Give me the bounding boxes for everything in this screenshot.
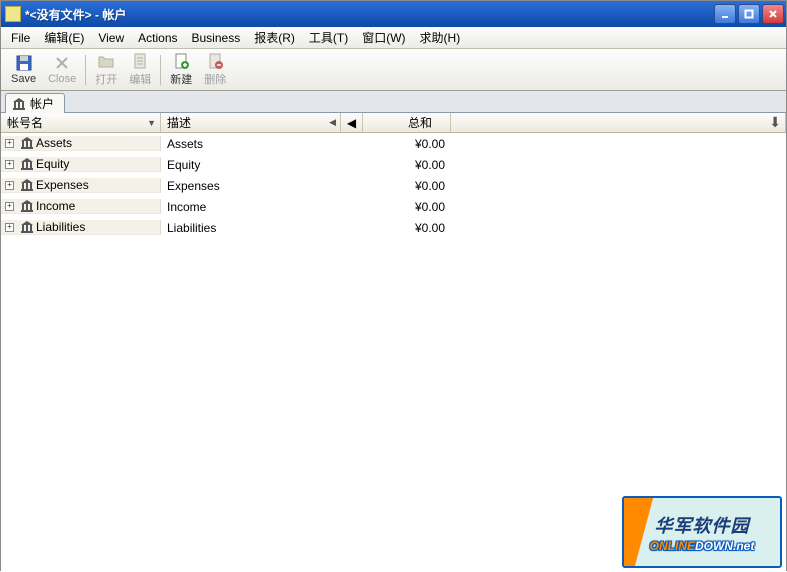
menu-bar: File 编辑(E) View Actions Business 报表(R) 工…	[1, 27, 786, 49]
account-name: Equity	[36, 157, 69, 171]
toolbar-delete-label: 删除	[204, 71, 226, 87]
tab-accounts[interactable]: 帐户	[5, 93, 65, 113]
menu-tools[interactable]: 工具(T)	[303, 27, 354, 48]
maximize-button[interactable]	[738, 4, 760, 24]
account-total: ¥0.00	[363, 158, 451, 172]
account-desc: Income	[161, 200, 341, 214]
folder-open-icon	[97, 52, 115, 70]
menu-business[interactable]: Business	[186, 29, 247, 47]
toolbar-delete-button[interactable]: 删除	[198, 50, 232, 89]
toolbar-close-label: Close	[48, 73, 76, 85]
account-total: ¥0.00	[363, 137, 451, 151]
column-header-total[interactable]: 总和	[363, 113, 451, 132]
toolbar-edit-label: 编辑	[129, 71, 151, 87]
toolbar-open-button[interactable]: 打开	[89, 50, 123, 89]
table-header: 帐号名 ▼ 描述 ◀ ◀ 总和 ⬇	[1, 113, 786, 133]
table-row[interactable]: + Expenses Expenses ¥0.00	[1, 175, 786, 196]
down-arrow-icon: ⬇	[769, 114, 781, 131]
window-controls	[714, 4, 784, 24]
minimize-button[interactable]	[714, 4, 736, 24]
menu-edit[interactable]: 编辑(E)	[38, 27, 90, 48]
toolbar-edit-button[interactable]: 编辑	[123, 50, 157, 89]
account-total: ¥0.00	[363, 200, 451, 214]
tab-strip: 帐户	[1, 91, 786, 113]
new-document-icon	[172, 52, 190, 70]
account-desc: Assets	[161, 137, 341, 151]
close-window-button[interactable]	[762, 4, 784, 24]
column-header-desc[interactable]: 描述 ◀	[161, 113, 341, 132]
content-area: 帐号名 ▼ 描述 ◀ ◀ 总和 ⬇ + Assets Assets ¥0.00 + Equ…	[1, 113, 786, 572]
tab-accounts-label: 帐户	[30, 95, 54, 112]
menu-reports[interactable]: 报表(R)	[248, 27, 301, 48]
watermark-logo: 华军软件园 ONLINEDOWN.net	[622, 496, 782, 568]
toolbar: Save Close 打开 编辑 新建 删除	[1, 49, 786, 91]
toolbar-close-button[interactable]: Close	[42, 52, 82, 87]
column-arrow-left-icon: ◀	[329, 117, 336, 128]
account-desc: Expenses	[161, 179, 341, 193]
account-total: ¥0.00	[363, 179, 451, 193]
toolbar-new-label: 新建	[170, 71, 192, 87]
menu-windows[interactable]: 窗口(W)	[356, 27, 411, 48]
edit-document-icon	[131, 52, 149, 70]
account-desc: Equity	[161, 158, 341, 172]
expand-toggle-icon[interactable]: +	[5, 223, 14, 232]
delete-document-icon	[206, 52, 224, 70]
expand-toggle-icon[interactable]: +	[5, 181, 14, 190]
toolbar-save-button[interactable]: Save	[5, 52, 42, 87]
toolbar-new-button[interactable]: 新建	[164, 50, 198, 89]
column-header-name[interactable]: 帐号名 ▼	[1, 113, 161, 132]
table-body: + Assets Assets ¥0.00 + Equity Equity ¥0.00 + Exp…	[1, 133, 786, 238]
account-name: Assets	[36, 136, 72, 150]
account-name: Expenses	[36, 178, 89, 192]
expand-toggle-icon[interactable]: +	[5, 202, 14, 211]
table-row[interactable]: + Income Income ¥0.00	[1, 196, 786, 217]
menu-view[interactable]: View	[92, 29, 130, 47]
bank-icon	[20, 178, 34, 192]
sort-indicator-icon: ▼	[147, 118, 156, 128]
collapse-arrow-icon: ◀	[347, 116, 356, 130]
app-icon	[5, 6, 21, 22]
menu-actions[interactable]: Actions	[132, 29, 183, 47]
expand-toggle-icon[interactable]: +	[5, 139, 14, 148]
bank-icon	[12, 97, 26, 111]
bank-icon	[20, 220, 34, 234]
table-row[interactable]: + Liabilities Liabilities ¥0.00	[1, 217, 786, 238]
account-name: Liabilities	[36, 220, 85, 234]
window-title: *<没有文件> - 帐户	[25, 6, 714, 23]
close-icon	[53, 54, 71, 72]
toolbar-separator	[85, 55, 86, 85]
bank-icon	[20, 136, 34, 150]
account-total: ¥0.00	[363, 221, 451, 235]
table-row[interactable]: + Equity Equity ¥0.00	[1, 154, 786, 175]
watermark-en-text: ONLINEDOWN.net	[650, 538, 755, 553]
menu-file[interactable]: File	[5, 29, 36, 47]
watermark-cn-text: 华军软件园	[655, 512, 750, 538]
column-header-collapse[interactable]: ◀	[341, 113, 363, 132]
window-titlebar: *<没有文件> - 帐户	[1, 1, 786, 27]
menu-help[interactable]: 求助(H)	[414, 27, 467, 48]
floppy-disk-icon	[15, 54, 33, 72]
toolbar-save-label: Save	[11, 73, 36, 85]
column-header-rest[interactable]: ⬇	[451, 113, 786, 132]
account-desc: Liabilities	[161, 221, 341, 235]
toolbar-separator	[160, 55, 161, 85]
bank-icon	[20, 199, 34, 213]
expand-toggle-icon[interactable]: +	[5, 160, 14, 169]
account-name: Income	[36, 199, 75, 213]
toolbar-open-label: 打开	[95, 71, 117, 87]
bank-icon	[20, 157, 34, 171]
table-row[interactable]: + Assets Assets ¥0.00	[1, 133, 786, 154]
